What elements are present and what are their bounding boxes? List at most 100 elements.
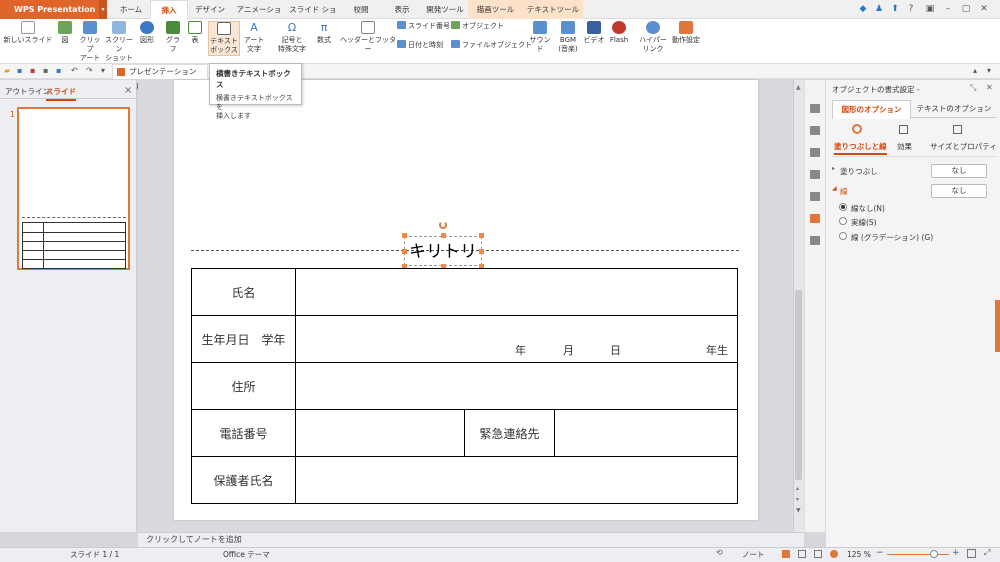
slide[interactable]: キリトリ 氏名 生年月日 学年 年 月 日 年生 住所 電話番号 緊急連絡先 保… [174,80,758,520]
maximize-icon[interactable]: ▢ [959,2,973,16]
redo-icon[interactable]: ↷ [86,66,93,75]
new-document-icon[interactable] [810,104,820,113]
fullscreen-icon[interactable]: ⤢ [984,548,990,558]
kiritori-text[interactable]: キリトリ [405,242,481,262]
fill-expand-icon[interactable]: ▸ [832,165,835,172]
tab-drawing-tools[interactable]: 描画ツール [468,0,523,19]
tab-text-tools[interactable]: テキストツール [523,0,583,19]
resize-handle[interactable] [441,233,446,238]
slide-thumbnail[interactable] [17,107,130,270]
hyperlink-button[interactable]: ハイパー リンク [639,21,667,54]
resize-handle[interactable] [479,233,484,238]
tab-shape-options[interactable]: 図形のオプション [832,100,911,119]
fill-line-icon[interactable] [852,124,862,134]
size-icon[interactable] [953,125,962,134]
textbox-button[interactable]: テキスト ボックス [208,21,240,56]
normal-view-icon[interactable] [782,550,790,558]
print-icon[interactable]: ▪ [43,66,48,75]
screenshot-button[interactable]: スクリーン ショット [104,21,134,63]
scroll-prev-icon[interactable]: ▴ [796,485,799,492]
tab-home[interactable]: ホーム [112,0,150,19]
scroll-down-icon[interactable]: ▼ [796,507,801,514]
tab-slides[interactable]: スライド [46,85,76,101]
restore-ribbon-icon[interactable]: ▣ [923,2,937,16]
subtab-fill-line[interactable]: 塗りつぶしと線 [834,141,887,155]
tab-outline[interactable]: アウトライン [5,85,50,99]
resize-handle[interactable] [402,233,407,238]
document-tab[interactable]: プレゼンテーション1.pptx [112,64,208,90]
tab-view[interactable]: 表示 [386,0,418,19]
new-slide-button[interactable]: 新しいスライド [2,21,54,45]
close-window-icon[interactable]: ✕ [977,2,991,16]
guardian-field[interactable] [295,456,738,504]
panel-edge-handle[interactable] [995,300,1000,352]
zoom-in-icon[interactable]: + [952,548,960,558]
notes-area[interactable]: クリックしてノートを追加 [138,532,804,547]
scroll-next-icon[interactable]: ▾ [796,496,799,503]
figure-button[interactable]: 図 [56,21,74,45]
date-time-button[interactable]: 日付と時刻 [397,40,443,50]
undo-icon[interactable]: ↶ [71,66,78,75]
shape-button[interactable]: 図形 [137,21,157,45]
share-icon[interactable]: ⬆ [888,2,902,16]
rotate-handle-icon[interactable] [439,221,447,229]
table-button[interactable]: 表 [186,21,204,45]
format-object-icon[interactable] [810,214,820,223]
sorter-view-icon[interactable] [798,550,806,558]
subtab-effect[interactable]: 効果 [897,141,912,152]
panel-collapse-icon[interactable]: ⤡ [970,83,976,93]
zoom-slider[interactable] [887,554,949,555]
template-icon[interactable] [810,192,820,201]
export-pdf-icon[interactable]: ▪ [30,66,35,75]
preview-icon[interactable]: ▪ [56,66,61,75]
emergency-field[interactable] [554,409,738,457]
history-icon[interactable]: ⟲ [716,548,723,557]
action-button[interactable]: 動作設定 [670,21,702,45]
resize-handle[interactable] [402,249,407,254]
phone-field[interactable] [295,409,465,457]
tab-insert[interactable]: 挿入 [150,0,188,19]
scroll-up-icon[interactable]: ▲ [796,84,801,91]
tab-text-options[interactable]: テキストのオプション [915,100,993,118]
zoom-slider-thumb[interactable] [930,550,938,558]
clipart-button[interactable]: クリップ アート [78,21,102,63]
slideshow-icon[interactable] [830,550,838,558]
layers-icon[interactable] [810,148,820,157]
resize-handle[interactable] [479,249,484,254]
open-icon[interactable]: ▰ [4,66,10,75]
close-pane-icon[interactable]: × [124,84,132,98]
tab-design[interactable]: デザイン [190,0,230,19]
line-collapse-icon[interactable]: ◢ [832,185,837,192]
symbol-button[interactable]: Ω 記号と 特殊文字 [274,21,310,54]
subtab-size[interactable]: サイズとプロパティ [930,141,997,152]
fit-window-icon[interactable] [967,549,976,558]
panel-close-icon[interactable]: ✕ [986,83,993,92]
radio-line-gradient[interactable] [839,232,847,240]
arrange-icon[interactable] [810,170,820,179]
scrollbar-thumb[interactable] [795,290,802,480]
qat-dropdown-icon[interactable]: ▾ [101,66,105,75]
doc-pin-icon[interactable]: ▴ [973,66,977,75]
selected-textbox[interactable]: キリトリ [404,236,482,266]
app-menu-button[interactable]: WPS Presentation ▾ [0,0,107,19]
notes-toggle[interactable]: ノート [742,547,765,562]
reading-view-icon[interactable] [814,550,822,558]
effect-icon[interactable] [899,125,908,134]
radio-line-solid[interactable] [839,217,847,225]
object-button[interactable]: オブジェクト [451,21,504,31]
file-object-button[interactable]: ファイルオブジェクト [451,40,532,50]
help-icon[interactable]: ? [904,2,918,16]
account-icon[interactable]: ◆ [856,2,870,16]
line-select[interactable]: なし [931,184,987,198]
tab-animation[interactable]: アニメーション [233,0,285,33]
tab-slideshow[interactable]: スライド ショー [288,0,338,33]
minimize-icon[interactable]: – [941,2,955,16]
formula-button[interactable]: π 数式 [314,21,334,45]
skin-icon[interactable]: ♟ [872,2,886,16]
bgm-button[interactable]: BGM (音楽) [557,21,579,54]
tab-review[interactable]: 校閲 [345,0,377,19]
video-button[interactable]: ビデオ [583,21,605,45]
art-text-button[interactable]: A アート 文字 [242,21,266,54]
header-footer-button[interactable]: ヘッダーとフッター [340,21,396,54]
graph-button[interactable]: グラフ [163,21,183,54]
